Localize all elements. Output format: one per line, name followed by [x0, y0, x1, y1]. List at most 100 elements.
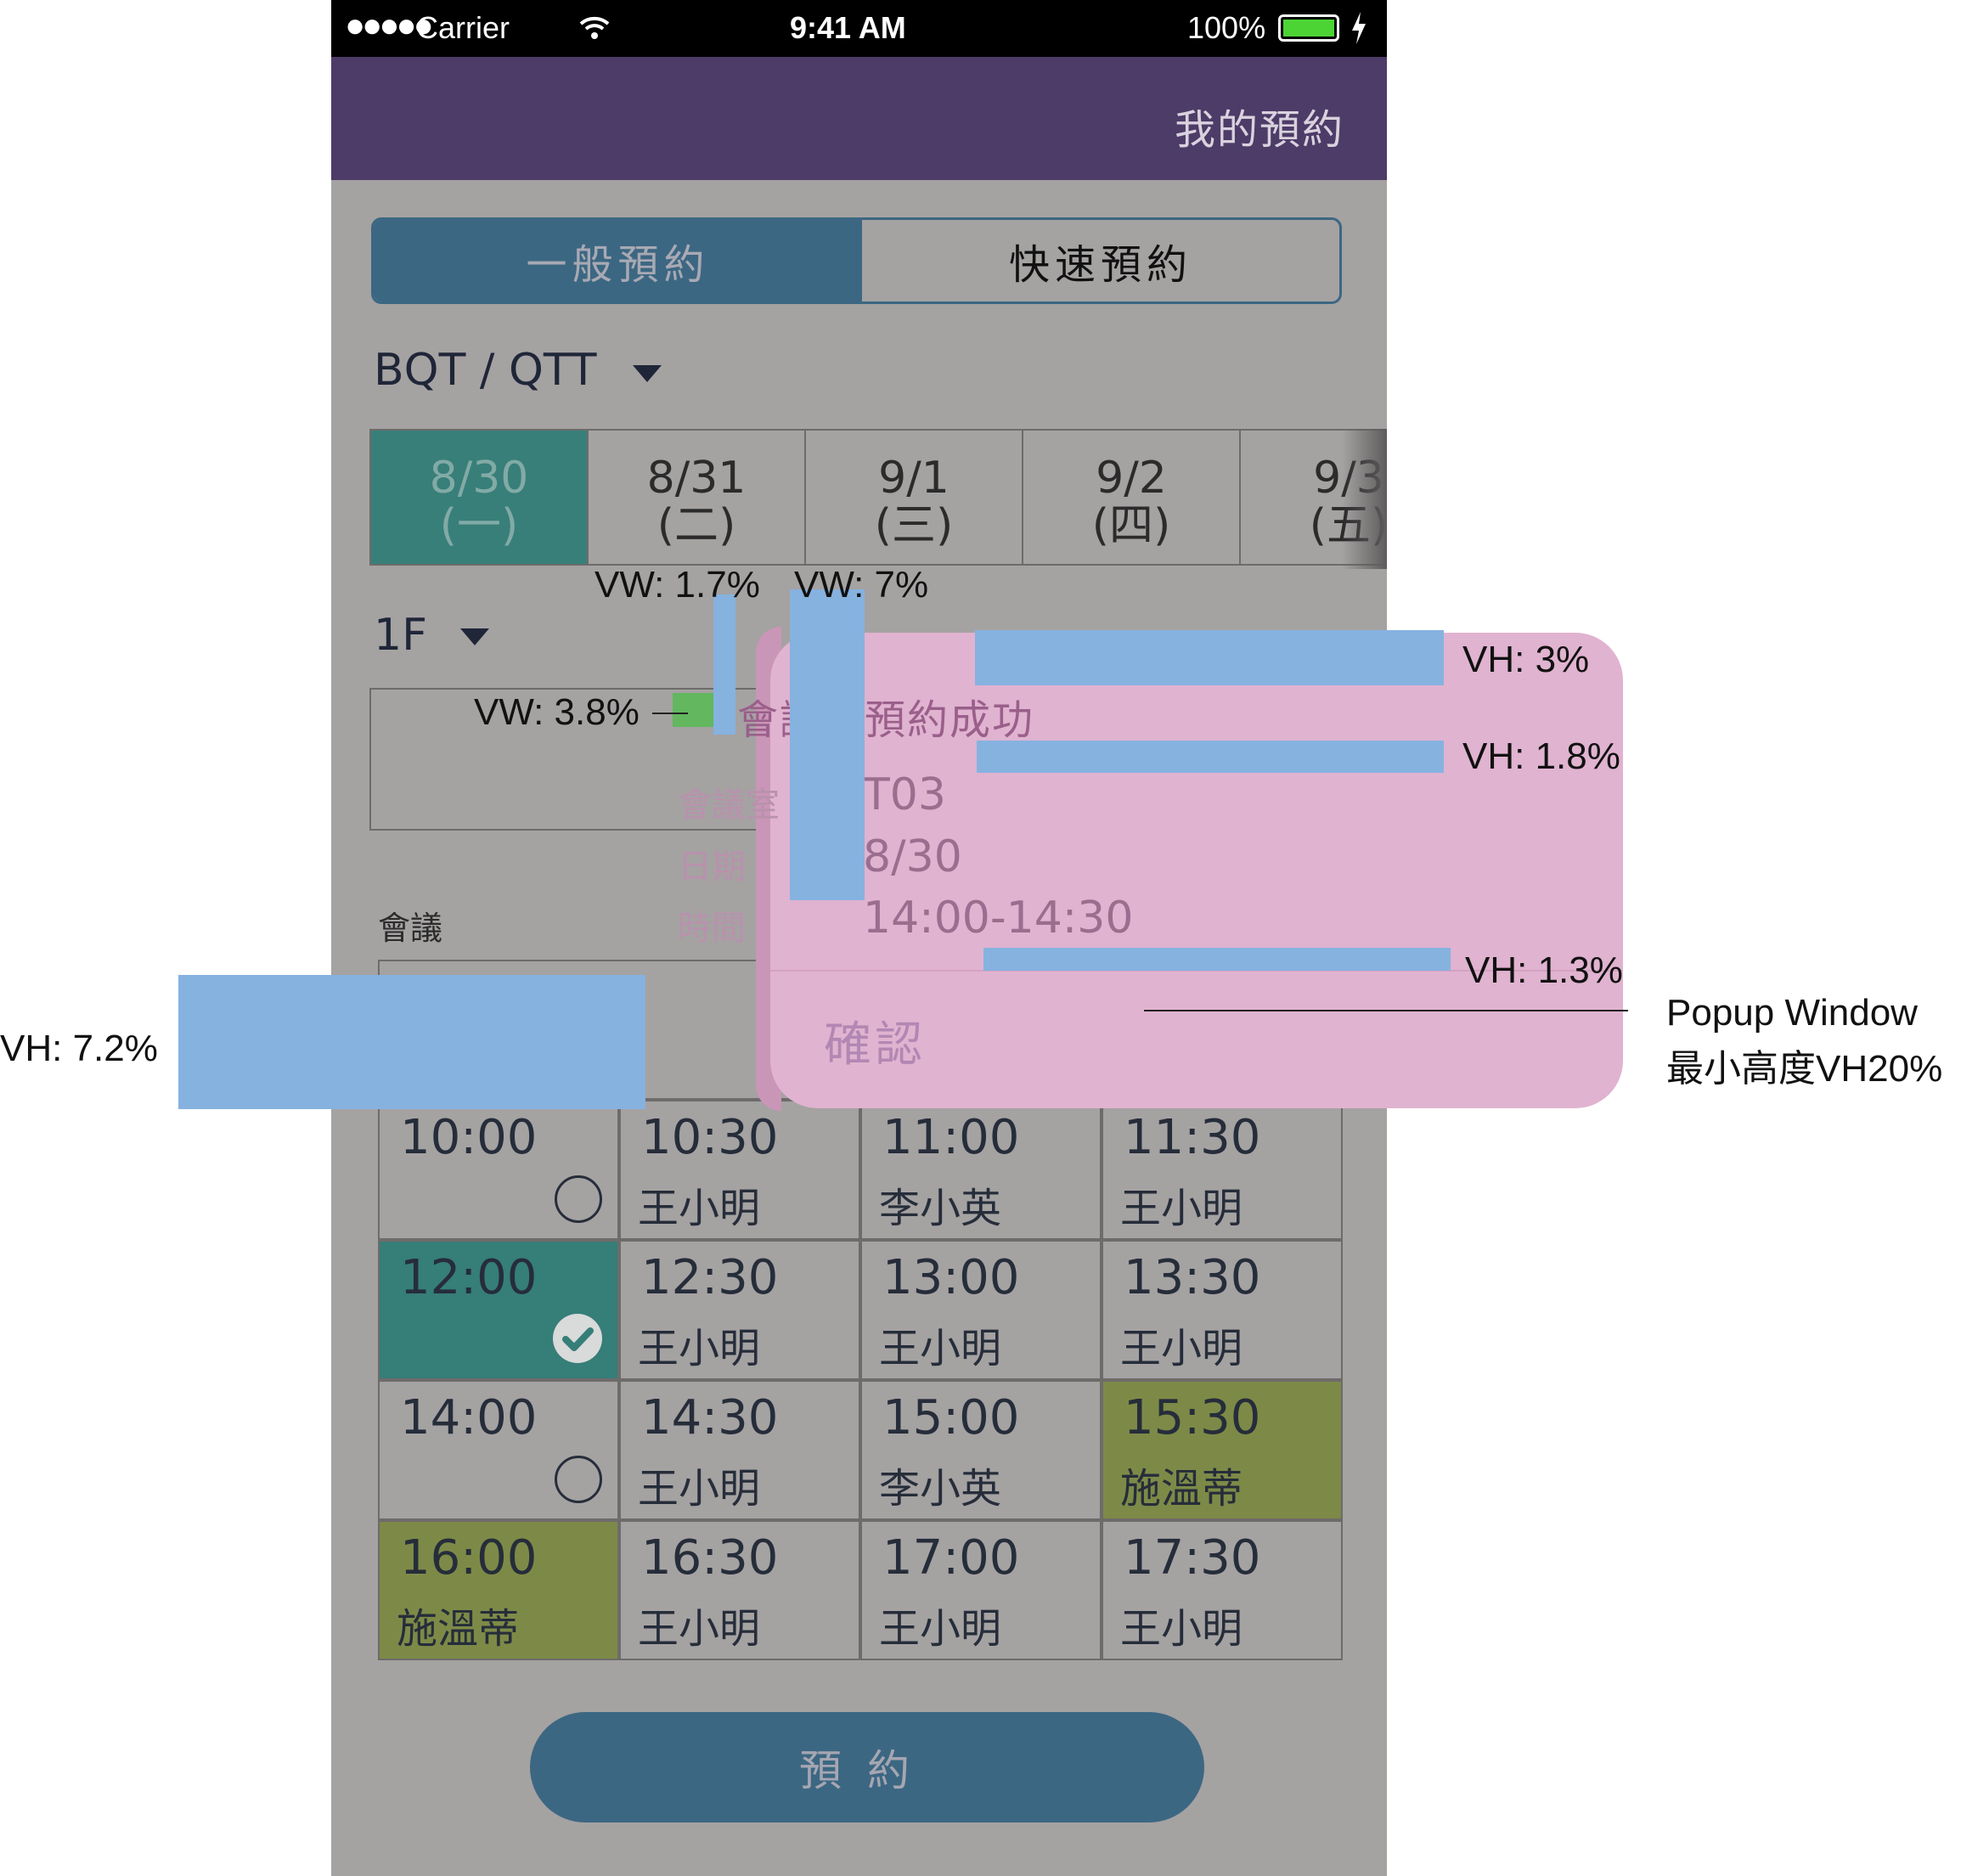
annotation-bar-vw2 — [790, 589, 865, 900]
slot-booker: 王小明 — [1120, 1185, 1243, 1232]
room-label: 會議室 — [678, 786, 780, 825]
battery-percent: 100% — [1187, 10, 1266, 45]
popup-title: 會議室預約成功 — [737, 696, 1035, 744]
slot-booker: 李小英 — [879, 1185, 1002, 1232]
date-label: 8/31 — [646, 453, 747, 504]
date-item[interactable]: 9/1 (三) — [804, 429, 1023, 566]
scroll-fade — [1342, 429, 1387, 569]
meeting-column-header: 會議 — [378, 910, 443, 947]
status-bar: ●●●●● Carrier 9:41 AM 100% — [331, 0, 1387, 57]
time-slot-mine[interactable]: 15:30 施溫蒂 — [1102, 1380, 1343, 1520]
time-slot[interactable]: 15:00 李小英 — [860, 1380, 1102, 1520]
annotation-bar-vh1 — [975, 630, 1444, 685]
check-icon[interactable] — [553, 1314, 602, 1363]
date-item[interactable]: 8/30 (一) — [369, 429, 589, 566]
time-slot[interactable]: 17:30 王小明 — [1102, 1520, 1343, 1660]
annotation-leader — [652, 713, 688, 714]
time-label: 時間 — [678, 909, 746, 948]
date-item[interactable]: 9/2 (四) — [1022, 429, 1241, 566]
tab-quick-booking[interactable]: 快速預約 — [862, 220, 1339, 301]
chevron-down-icon[interactable] — [460, 628, 489, 645]
time-slot[interactable]: 14:30 王小明 — [619, 1380, 860, 1520]
slot-booker: 王小明 — [1120, 1325, 1243, 1372]
slot-time: 13:00 — [882, 1250, 1020, 1305]
slot-booker: 王小明 — [638, 1605, 761, 1653]
annotation-leader — [1144, 1010, 1628, 1011]
wifi-icon — [579, 16, 610, 39]
slot-time: 10:00 — [400, 1110, 538, 1165]
time-slot[interactable]: 10:30 王小明 — [619, 1100, 860, 1240]
weekday-label: (一) — [439, 500, 519, 551]
slot-time: 12:30 — [641, 1250, 779, 1305]
time-slot[interactable]: 12:30 王小明 — [619, 1240, 860, 1380]
success-indicator-icon — [673, 693, 713, 727]
annotation-bar-vh4 — [178, 975, 645, 1109]
carrier-label: Carrier — [416, 10, 510, 45]
annotation-label: VH: 1.8% — [1462, 735, 1620, 777]
weekday-label: (四) — [1091, 500, 1171, 551]
annotation-label: VH: 7.2% — [0, 1028, 158, 1069]
slot-time: 16:30 — [641, 1530, 779, 1586]
slot-time: 16:00 — [400, 1530, 538, 1586]
weekday-label: (二) — [656, 500, 736, 551]
slot-time: 17:00 — [882, 1530, 1020, 1586]
slot-booker: 王小明 — [879, 1325, 1002, 1372]
time-slot[interactable]: 13:00 王小明 — [860, 1240, 1102, 1380]
slot-time: 11:30 — [1124, 1110, 1261, 1165]
date-label: 8/30 — [429, 453, 529, 504]
slot-booker: 王小明 — [879, 1605, 1002, 1653]
date-item[interactable]: 8/31 (二) — [587, 429, 806, 566]
radio-icon[interactable] — [555, 1456, 602, 1503]
booking-mode-segment: 一般預約 快速預約 — [371, 217, 1342, 304]
time-slot[interactable]: 10:00 — [378, 1100, 619, 1240]
slot-time: 15:30 — [1124, 1390, 1261, 1445]
clock-label: 9:41 AM — [790, 10, 906, 45]
room-value: T03 — [863, 769, 946, 820]
location-dropdown[interactable]: BQT / QTT — [374, 345, 597, 396]
date-picker: 8/30 (一) 8/31 (二) 9/1 (三) 9/2 (四) 9/3 (五… — [369, 429, 1387, 569]
annotation-bar-vh2 — [977, 741, 1444, 773]
slot-time: 10:30 — [641, 1110, 779, 1165]
slot-booker: 王小明 — [638, 1325, 761, 1372]
slot-time: 12:00 — [400, 1250, 538, 1305]
time-slot[interactable]: 17:00 王小明 — [860, 1520, 1102, 1660]
slot-time: 15:00 — [882, 1390, 1020, 1445]
slot-booker: 王小明 — [638, 1185, 761, 1232]
chevron-down-icon[interactable] — [633, 365, 662, 382]
tab-general-booking[interactable]: 一般預約 — [374, 220, 862, 301]
nav-bar: 我的預約 — [331, 57, 1387, 180]
book-button[interactable]: 預約 — [530, 1712, 1204, 1822]
time-slot[interactable]: 11:30 王小明 — [1102, 1100, 1343, 1240]
floor-dropdown[interactable]: 1F — [374, 610, 427, 661]
time-slot[interactable]: 11:00 李小英 — [860, 1100, 1102, 1240]
weekday-label: (三) — [874, 500, 954, 551]
time-slot[interactable]: 14:00 — [378, 1380, 619, 1520]
time-slot-mine[interactable]: 16:00 施溫蒂 — [378, 1520, 619, 1660]
time-slot[interactable]: 16:30 王小明 — [619, 1520, 860, 1660]
slot-booker: 王小明 — [1120, 1605, 1243, 1653]
time-slot[interactable]: 13:30 王小明 — [1102, 1240, 1343, 1380]
radio-icon[interactable] — [555, 1175, 602, 1223]
annotation-bar-vw1 — [713, 594, 735, 735]
date-value: 8/30 — [863, 831, 962, 882]
annotation-label: VW: 3.8% — [474, 691, 640, 733]
battery-icon — [1278, 14, 1339, 42]
annotation-label: VW: 7% — [794, 564, 929, 606]
nav-title[interactable]: 我的預約 — [1175, 96, 1344, 155]
slot-time: 11:00 — [882, 1110, 1020, 1165]
date-label: 9/2 — [1096, 453, 1167, 504]
annotation-label: VW: 1.7% — [594, 564, 760, 606]
annotation-label: VH: 3% — [1462, 639, 1590, 680]
slot-time: 17:30 — [1124, 1530, 1261, 1586]
date-label: 9/1 — [878, 453, 950, 504]
annotation-label: 最小高度VH20% — [1666, 1048, 1943, 1090]
time-value: 14:00-14:30 — [863, 893, 1134, 944]
slot-booker: 施溫蒂 — [397, 1605, 520, 1653]
date-label: 日期 — [678, 848, 746, 887]
time-slot-selected[interactable]: 12:00 — [378, 1240, 619, 1380]
slot-time: 14:30 — [641, 1390, 779, 1445]
annotation-label: VH: 1.3% — [1465, 949, 1623, 991]
annotation-label: Popup Window — [1666, 992, 1918, 1034]
slot-booker: 王小明 — [638, 1465, 761, 1513]
confirm-button[interactable]: 確認 — [824, 1006, 926, 1075]
